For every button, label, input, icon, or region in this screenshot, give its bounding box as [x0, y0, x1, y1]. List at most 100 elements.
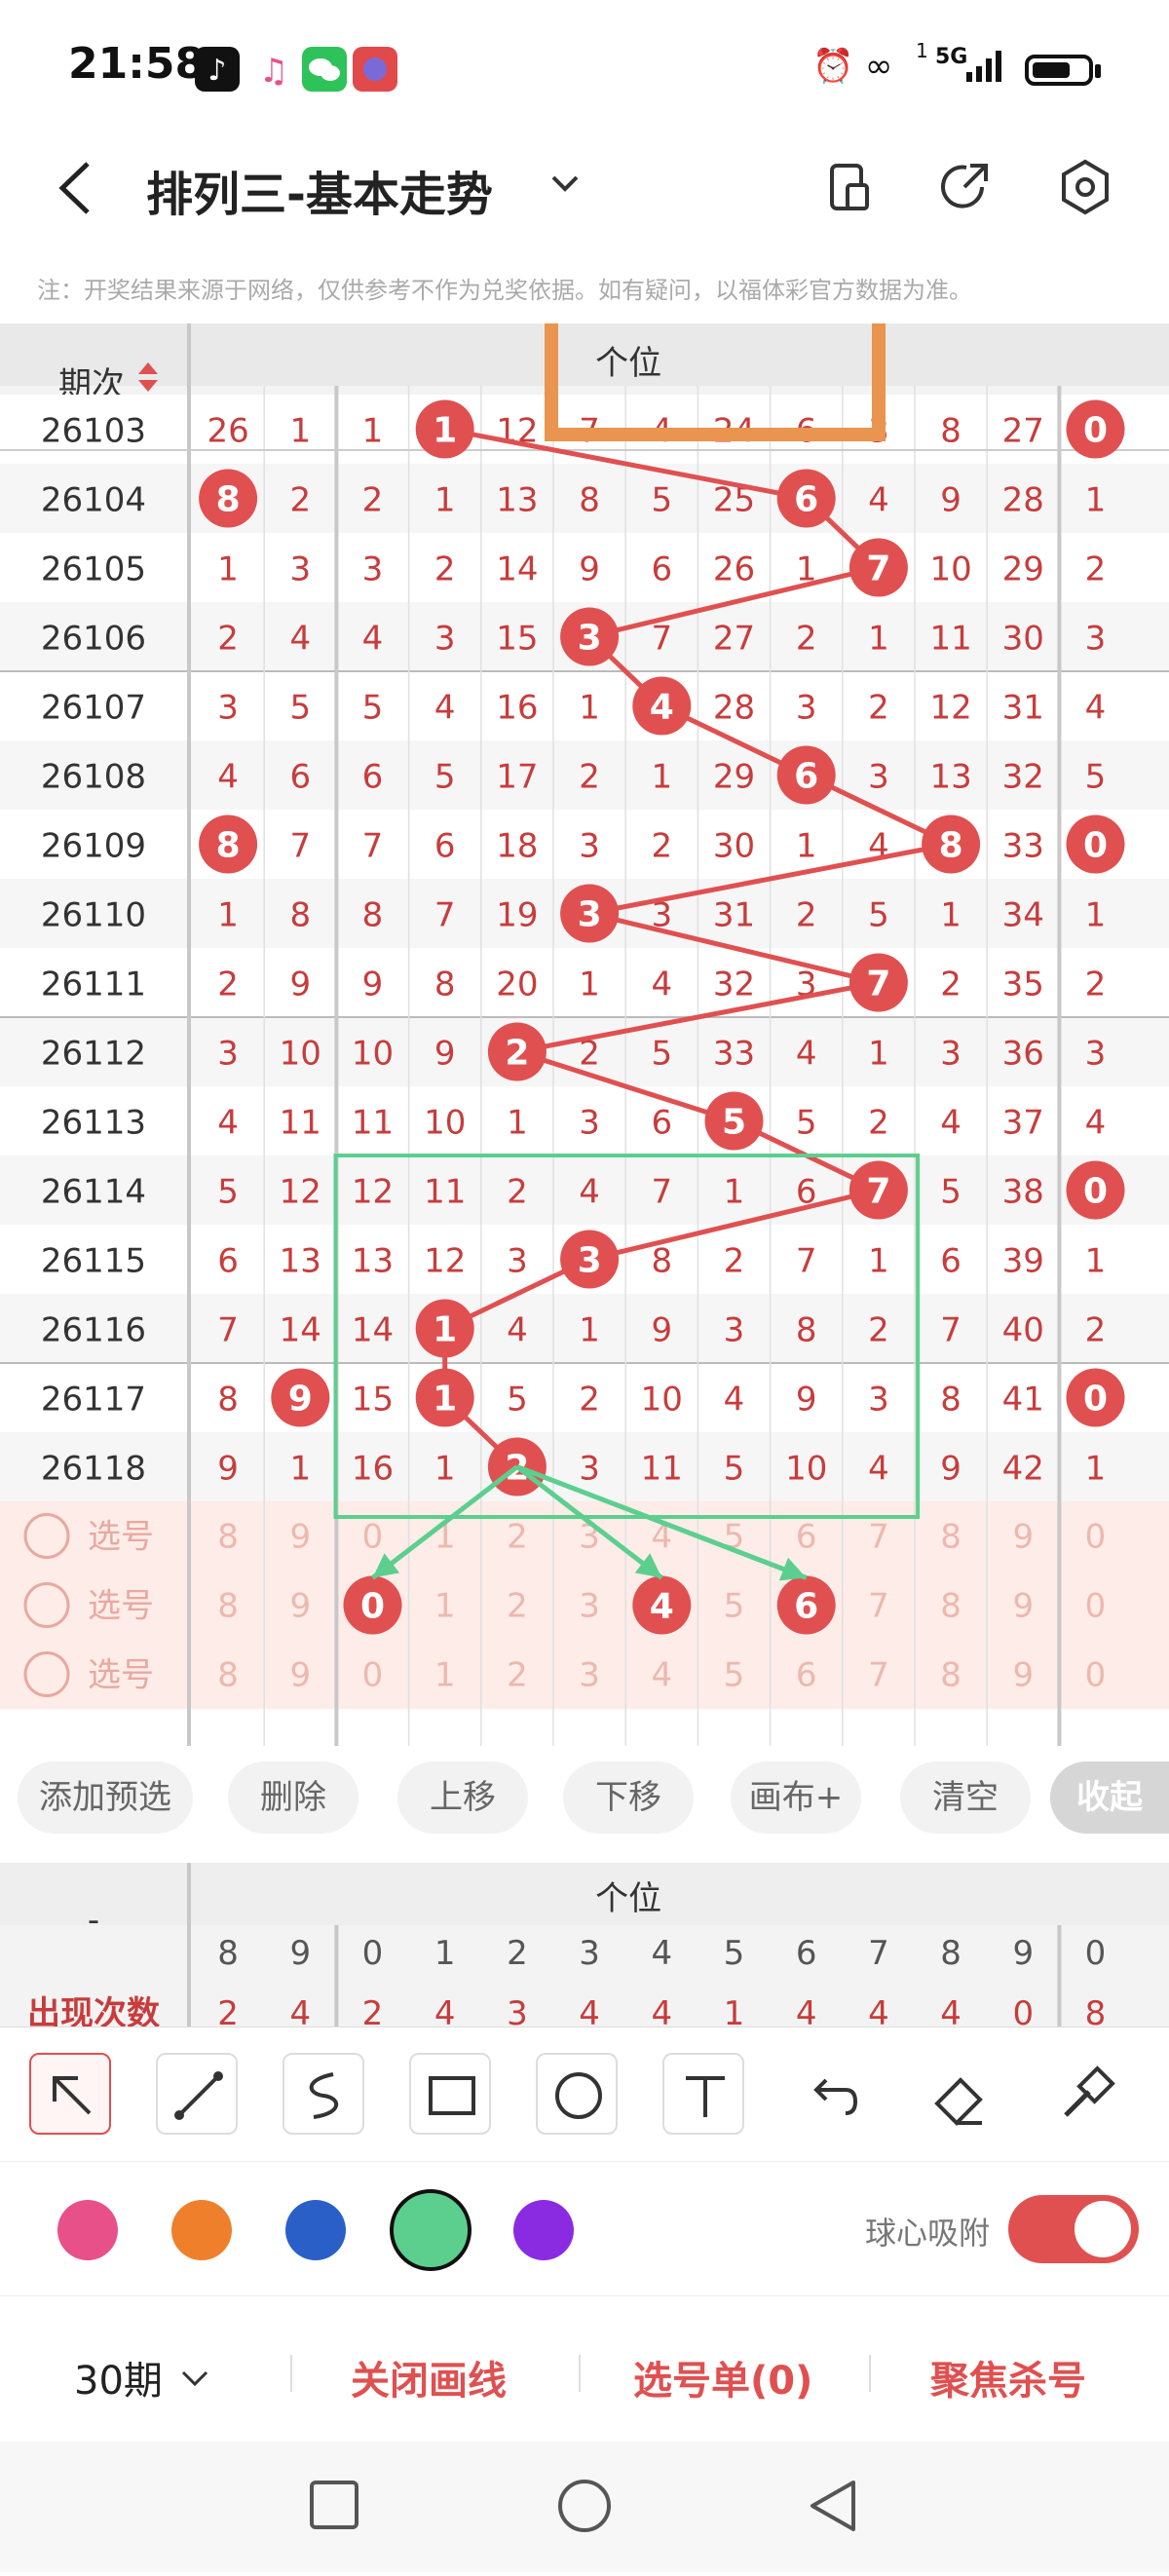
cell-value: 1 — [217, 550, 239, 589]
drawing-toolbar — [0, 2027, 1169, 2162]
close-lines-button[interactable]: 关闭画线 — [351, 2349, 507, 2406]
recent-apps-icon[interactable] — [310, 2481, 358, 2529]
svg-text:7: 7 — [866, 549, 890, 589]
cell-value: 4 — [289, 620, 311, 659]
select-cell[interactable]: 5 — [724, 1656, 745, 1695]
select-cell[interactable]: 7 — [868, 1656, 889, 1695]
selected-ball[interactable]: 4 — [632, 1575, 692, 1635]
freehand-icon[interactable] — [283, 2053, 364, 2135]
circle-icon[interactable] — [536, 2053, 618, 2135]
select-cell[interactable]: 3 — [579, 1656, 600, 1695]
color-swatch[interactable] — [513, 2200, 574, 2260]
select-cell[interactable]: 0 — [1085, 1518, 1107, 1557]
cell-value: 3 — [217, 1035, 239, 1074]
focus-kill-button[interactable]: 聚焦杀号 — [930, 2349, 1086, 2406]
cell-value: 8 — [940, 412, 962, 451]
selected-ball[interactable]: 6 — [776, 1575, 836, 1635]
line-icon[interactable] — [156, 2053, 238, 2135]
cell-value: 3 — [724, 1311, 745, 1350]
text-icon[interactable] — [662, 2053, 744, 2135]
cell-value: 2 — [868, 1104, 889, 1143]
cell-value: 5 — [868, 896, 889, 935]
phone-layout-icon[interactable] — [818, 156, 881, 218]
cell-value: 1 — [940, 896, 962, 935]
add-preselect-button[interactable]: 添加预选 — [18, 1762, 193, 1834]
collapse-button[interactable]: 收起 — [1050, 1762, 1169, 1834]
clear-button[interactable]: 清空 — [900, 1762, 1031, 1834]
trend-table[interactable]: 期次个位890123456789026103261111274246382702… — [0, 323, 1169, 1746]
color-swatch[interactable] — [171, 2200, 232, 2260]
period-selector[interactable]: 30期 — [74, 2349, 214, 2406]
select-cell[interactable]: 4 — [651, 1656, 672, 1695]
cell-value: 1 — [289, 1450, 311, 1489]
rectangle-icon[interactable] — [409, 2053, 491, 2135]
back-arrow-icon[interactable] — [49, 154, 107, 238]
select-cell[interactable]: 9 — [289, 1587, 311, 1626]
hit-ball: 2 — [487, 1022, 547, 1081]
select-cell[interactable]: 9 — [1012, 1656, 1034, 1695]
settings-icon[interactable] — [1054, 156, 1116, 218]
snap-toggle[interactable] — [1008, 2195, 1139, 2263]
select-cell[interactable]: 8 — [940, 1518, 962, 1557]
undo-icon[interactable] — [789, 2053, 871, 2135]
select-cell[interactable]: 8 — [217, 1656, 239, 1695]
select-cell[interactable]: 9 — [1012, 1587, 1034, 1626]
chevron-down-icon[interactable] — [546, 164, 584, 212]
select-cell[interactable]: 5 — [724, 1587, 745, 1626]
select-cell[interactable]: 8 — [940, 1587, 962, 1626]
select-cell[interactable]: 0 — [1085, 1587, 1107, 1626]
select-cell[interactable]: 0 — [362, 1656, 384, 1695]
select-cell[interactable]: 8 — [217, 1587, 239, 1626]
select-cell[interactable]: 6 — [796, 1518, 817, 1557]
cell-value: 5 — [940, 1173, 962, 1212]
color-swatch[interactable] — [57, 2200, 118, 2260]
move-up-button[interactable]: 上移 — [397, 1762, 528, 1834]
select-cell[interactable]: 7 — [868, 1587, 889, 1626]
cell-value: 2 — [362, 481, 384, 520]
cell-value: 5 — [651, 1035, 672, 1074]
back-nav-icon[interactable] — [809, 2481, 855, 2531]
cell-value: 8 — [289, 896, 311, 935]
stats-column-header: 0 — [362, 1934, 384, 1973]
cell-value: 1 — [217, 896, 239, 935]
color-swatch[interactable] — [390, 2189, 471, 2271]
cell-value: 12 — [280, 1173, 321, 1212]
cell-value: 33 — [713, 1035, 755, 1074]
select-cell[interactable]: 6 — [796, 1656, 817, 1695]
cell-value: 3 — [1085, 620, 1107, 659]
delete-button[interactable]: 删除 — [228, 1762, 358, 1834]
move-down-button[interactable]: 下移 — [563, 1762, 694, 1834]
select-cell[interactable]: 2 — [507, 1656, 528, 1695]
select-cell[interactable]: 2 — [507, 1587, 528, 1626]
select-cell[interactable]: 7 — [868, 1518, 889, 1557]
cell-value: 7 — [796, 1242, 817, 1281]
select-cell[interactable]: 9 — [289, 1656, 311, 1695]
hit-ball: 6 — [776, 469, 836, 528]
eraser-icon[interactable] — [916, 2053, 998, 2135]
select-arrow-icon[interactable] — [29, 2053, 111, 2135]
select-cell[interactable]: 9 — [1012, 1518, 1034, 1557]
stats-value: 4 — [796, 1994, 817, 2027]
select-cell[interactable]: 0 — [1085, 1656, 1107, 1695]
brush-icon[interactable] — [1042, 2053, 1124, 2135]
cell-value: 2 — [724, 1242, 745, 1281]
select-cell[interactable]: 1 — [434, 1587, 456, 1626]
select-cell[interactable]: 0 — [362, 1518, 384, 1557]
share-icon[interactable] — [935, 156, 998, 218]
selected-ball[interactable]: 0 — [343, 1575, 402, 1635]
cell-value: 5 — [434, 758, 456, 797]
select-cell[interactable]: 1 — [434, 1656, 456, 1695]
chevron-down-icon — [181, 2370, 207, 2387]
color-swatch[interactable] — [285, 2200, 346, 2260]
selection-list-button[interactable]: 选号单(0) — [633, 2349, 812, 2406]
select-cell[interactable]: 8 — [217, 1518, 239, 1557]
select-cell[interactable]: 2 — [507, 1518, 528, 1557]
home-icon[interactable] — [558, 2480, 611, 2532]
canvas-plus-button[interactable]: 画布+ — [731, 1762, 861, 1834]
cell-value: 9 — [434, 1035, 456, 1074]
hit-ball: 1 — [415, 1368, 474, 1427]
select-cell[interactable]: 9 — [289, 1518, 311, 1557]
select-cell[interactable]: 3 — [579, 1587, 600, 1626]
select-cell[interactable]: 8 — [940, 1656, 962, 1695]
cell-value: 11 — [641, 1450, 683, 1489]
